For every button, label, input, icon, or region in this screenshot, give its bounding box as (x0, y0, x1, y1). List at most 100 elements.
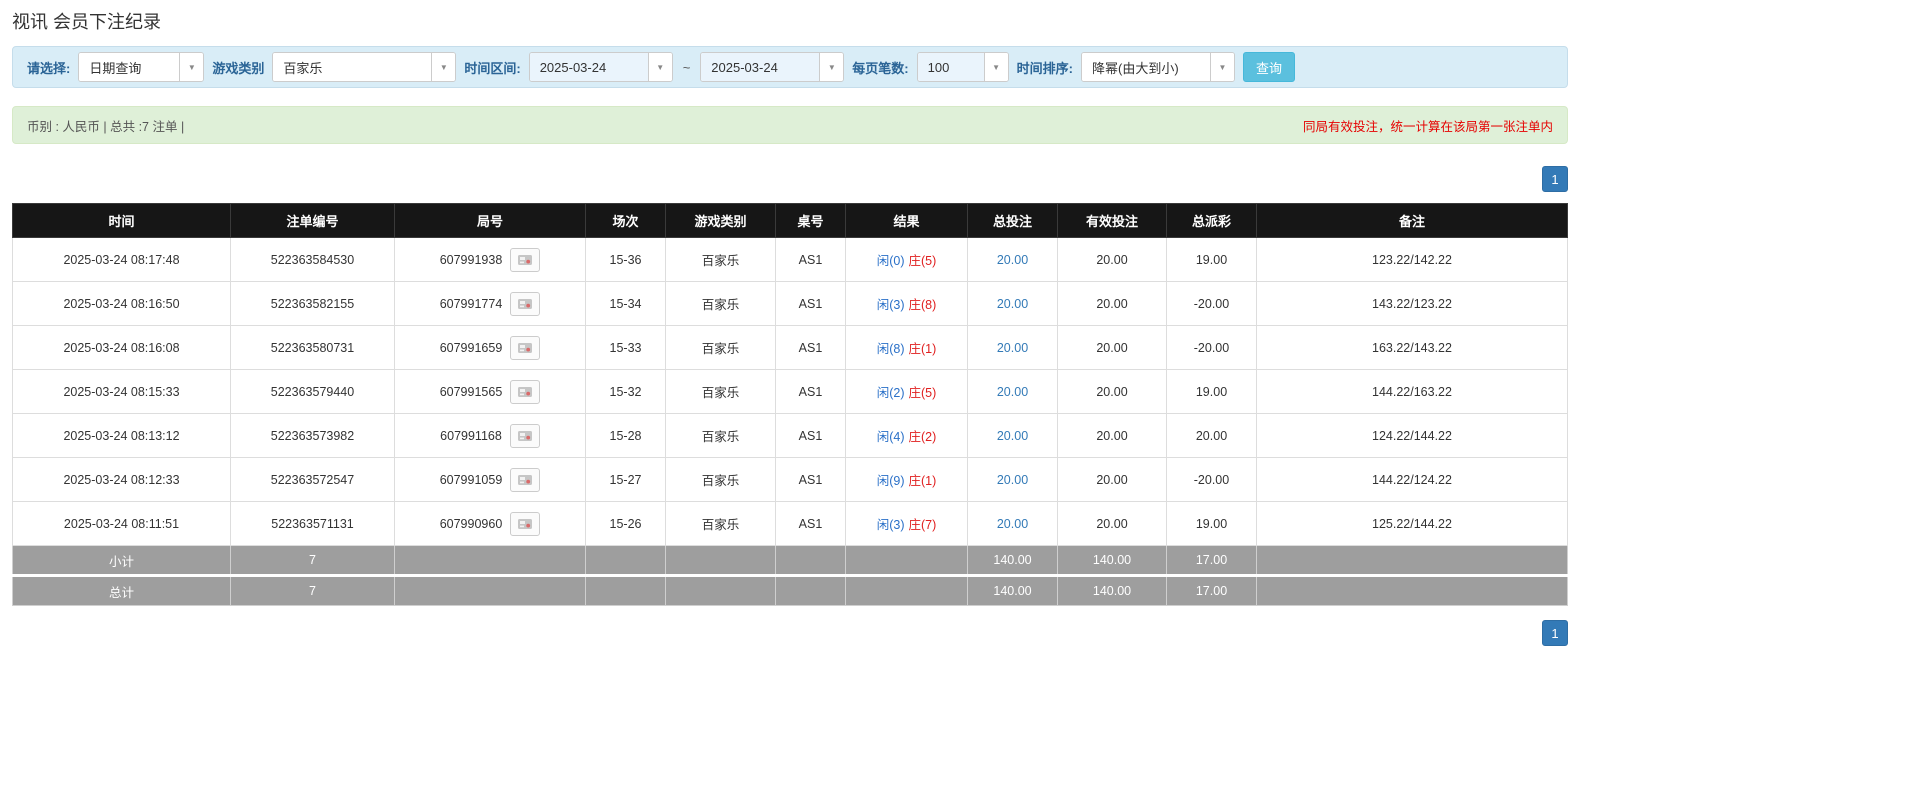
total-empty-cell (585, 574, 666, 606)
cell-bet-id: 522363571131 (230, 501, 395, 546)
subtotal-count: 7 (230, 545, 395, 576)
cell-table-no: AS1 (775, 281, 846, 326)
subtotal-empty-cell (585, 545, 666, 576)
caret-down-icon[interactable]: ▼ (179, 53, 204, 81)
view-round-result-button[interactable] (510, 247, 541, 272)
subtotal-empty-cell (394, 545, 586, 576)
sort-value: 降幂(由大到小) (1081, 53, 1210, 81)
header-table-no: 桌号 (775, 203, 846, 238)
date-type-value: 日期查询 (79, 53, 180, 81)
date-range-separator: ~ (682, 59, 691, 75)
cell-table-no: AS1 (775, 413, 846, 458)
currency-summary-text: 币别 : 人民币 | 总共 :7 注单 | (27, 119, 185, 134)
total-bet-link[interactable]: 20.00 (997, 253, 1028, 267)
table-row: 2025-03-24 08:15:33 522363579440 6079915… (12, 369, 1568, 414)
total-bet-link[interactable]: 20.00 (997, 429, 1028, 443)
date-to-value: 2025-03-24 (701, 53, 820, 81)
pagination-page-button[interactable]: 1 (1542, 620, 1568, 646)
result-player: 闲(3) (876, 518, 905, 532)
cell-bet-id: 522363573982 (230, 413, 395, 458)
table-header-row: 时间 注单编号 局号 场次 游戏类别 桌号 结果 总投注 有效投注 总派彩 备注 (12, 203, 1568, 238)
result-banker: 庄(2) (908, 430, 937, 444)
cell-valid-bet: 20.00 (1057, 501, 1167, 546)
date-type-select[interactable]: 日期查询 ▼ (78, 52, 205, 82)
query-button[interactable]: 查询 (1242, 52, 1295, 82)
cell-total-bet: 20.00 (967, 501, 1058, 546)
date-to-input[interactable]: 2025-03-24 ▼ (700, 52, 845, 82)
subtotal-empty-cell (845, 545, 968, 576)
cell-result: 闲(3) 庄(7) (845, 501, 968, 546)
view-round-result-button[interactable] (510, 379, 541, 404)
video-result-icon (518, 474, 533, 485)
cell-remark: 125.22/144.22 (1256, 501, 1568, 546)
caret-down-icon[interactable]: ▼ (647, 53, 672, 81)
result-banker: 庄(8) (908, 298, 937, 312)
date-from-input[interactable]: 2025-03-24 ▼ (528, 52, 673, 82)
header-bet-id: 注单编号 (230, 203, 395, 238)
table-row: 2025-03-24 08:12:33 522363572547 6079910… (12, 457, 1568, 502)
cell-round-id: 607991059 (394, 457, 586, 502)
header-session: 场次 (585, 203, 666, 238)
view-round-result-button[interactable] (510, 467, 541, 492)
total-bet-link[interactable]: 20.00 (997, 385, 1028, 399)
result-player: 闲(8) (876, 342, 905, 356)
cell-remark: 123.22/142.22 (1256, 237, 1568, 282)
round-id-text: 607991938 (439, 252, 503, 267)
cell-valid-bet: 20.00 (1057, 237, 1167, 282)
caret-down-icon[interactable]: ▼ (983, 53, 1008, 81)
view-round-result-button[interactable] (510, 335, 541, 360)
cell-valid-bet: 20.00 (1057, 281, 1167, 326)
cell-result: 闲(0) 庄(5) (845, 237, 968, 282)
caret-down-icon[interactable]: ▼ (431, 53, 456, 81)
page-size-input[interactable]: 100 ▼ (916, 52, 1009, 82)
cell-result: 闲(4) 庄(2) (845, 413, 968, 458)
result-banker: 庄(1) (908, 342, 937, 356)
video-result-icon (518, 386, 533, 397)
round-id-text: 607991565 (439, 384, 503, 399)
total-empty-cell (665, 574, 776, 606)
cell-remark: 143.22/123.22 (1256, 281, 1568, 326)
round-id-text: 607991168 (440, 428, 502, 443)
subtotal-payout: 17.00 (1166, 545, 1257, 576)
video-result-icon (518, 298, 533, 309)
cell-session: 15-33 (585, 325, 666, 370)
header-remark: 备注 (1256, 203, 1568, 238)
header-time: 时间 (12, 203, 231, 238)
cell-time: 2025-03-24 08:15:33 (12, 369, 231, 414)
total-bet-link[interactable]: 20.00 (997, 517, 1028, 531)
caret-down-icon[interactable]: ▼ (819, 53, 844, 81)
total-bet-link[interactable]: 20.00 (997, 341, 1028, 355)
result-banker: 庄(5) (908, 254, 937, 268)
pagination-page-button[interactable]: 1 (1542, 166, 1568, 192)
total-bet-link[interactable]: 20.00 (997, 473, 1028, 487)
table-row: 2025-03-24 08:11:51 522363571131 6079909… (12, 501, 1568, 546)
cell-payout: 19.00 (1166, 501, 1257, 546)
view-round-result-button[interactable] (510, 511, 541, 536)
pagination-top: 1 (12, 166, 1568, 192)
table-row: 2025-03-24 08:16:08 522363580731 6079916… (12, 325, 1568, 370)
cell-payout: -20.00 (1166, 325, 1257, 370)
game-type-select[interactable]: 百家乐 ▼ (272, 52, 457, 82)
subtotal-valid-bet: 140.00 (1057, 545, 1167, 576)
cell-game-type: 百家乐 (665, 325, 776, 370)
date-from-value: 2025-03-24 (529, 53, 648, 81)
cell-valid-bet: 20.00 (1057, 369, 1167, 414)
subtotal-label: 小计 (12, 545, 231, 576)
total-bet-link[interactable]: 20.00 (997, 297, 1028, 311)
cell-total-bet: 20.00 (967, 325, 1058, 370)
caret-down-icon[interactable]: ▼ (1209, 53, 1234, 81)
cell-round-id: 607991659 (394, 325, 586, 370)
subtotal-empty-cell (775, 545, 846, 576)
view-round-result-button[interactable] (509, 423, 540, 448)
cell-total-bet: 20.00 (967, 413, 1058, 458)
result-player: 闲(3) (876, 298, 905, 312)
cell-session: 15-27 (585, 457, 666, 502)
sort-select[interactable]: 降幂(由大到小) ▼ (1080, 52, 1235, 82)
video-result-icon (518, 342, 533, 353)
header-payout: 总派彩 (1166, 203, 1257, 238)
view-round-result-button[interactable] (510, 291, 541, 316)
pagination-bottom: 1 (12, 620, 1568, 646)
result-player: 闲(4) (876, 430, 905, 444)
table-row: 2025-03-24 08:13:12 522363573982 6079911… (12, 413, 1568, 458)
cell-bet-id: 522363579440 (230, 369, 395, 414)
